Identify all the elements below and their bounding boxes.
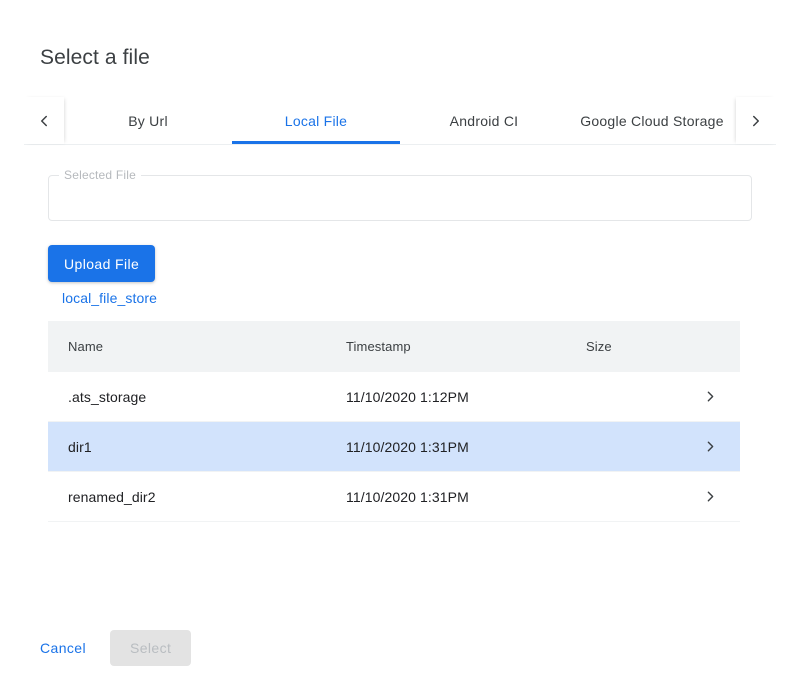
- selected-file-field-wrapper: Selected File: [48, 175, 752, 221]
- select-button: Select: [110, 630, 191, 666]
- tab-by-url[interactable]: By Url: [64, 97, 232, 144]
- dialog-actions: Cancel Select: [24, 630, 191, 666]
- chevron-left-icon: [35, 112, 53, 130]
- select-file-dialog: Select a file By Url Local File Android …: [0, 0, 800, 686]
- cell-name: renamed_dir2: [48, 489, 346, 505]
- table-row[interactable]: dir1 11/10/2020 1:31PM: [48, 421, 740, 471]
- cell-name: .ats_storage: [48, 389, 346, 405]
- row-open-button[interactable]: [680, 388, 740, 405]
- upload-file-button[interactable]: Upload File: [48, 245, 155, 282]
- chevron-right-icon: [702, 438, 719, 455]
- chevron-right-icon: [702, 388, 719, 405]
- tab-local-file[interactable]: Local File: [232, 97, 400, 144]
- table-header-row: Name Timestamp Size: [48, 321, 740, 371]
- tab-scroll-right-button[interactable]: [736, 97, 776, 144]
- row-open-button[interactable]: [680, 488, 740, 505]
- table-row[interactable]: .ats_storage 11/10/2020 1:12PM: [48, 371, 740, 421]
- cancel-button[interactable]: Cancel: [24, 630, 102, 666]
- column-header-name: Name: [48, 339, 346, 354]
- tab-list: By Url Local File Android CI Google Clou…: [64, 97, 736, 144]
- tab-label: Google Cloud Storage: [580, 113, 724, 129]
- tab-android-ci[interactable]: Android CI: [400, 97, 568, 144]
- tab-label: Android CI: [450, 113, 519, 129]
- cell-timestamp: 11/10/2020 1:31PM: [346, 489, 586, 505]
- breadcrumb[interactable]: local_file_store: [62, 290, 157, 306]
- tab-scroll-left-button[interactable]: [24, 97, 64, 144]
- tab-google-cloud-storage[interactable]: Google Cloud Storage: [568, 97, 736, 144]
- row-open-button[interactable]: [680, 438, 740, 455]
- chevron-right-icon: [747, 112, 765, 130]
- tab-label: Local File: [285, 113, 347, 129]
- tab-label: By Url: [128, 113, 168, 129]
- table-row[interactable]: renamed_dir2 11/10/2020 1:31PM: [48, 471, 740, 521]
- selected-file-input[interactable]: [48, 175, 752, 221]
- chevron-right-icon: [702, 488, 719, 505]
- file-table: Name Timestamp Size .ats_storage 11/10/2…: [48, 321, 740, 522]
- tab-bar: By Url Local File Android CI Google Clou…: [24, 97, 776, 145]
- cell-timestamp: 11/10/2020 1:31PM: [346, 439, 586, 455]
- column-header-size: Size: [586, 339, 680, 354]
- table-bottom-divider: [48, 521, 740, 522]
- column-header-timestamp: Timestamp: [346, 339, 586, 354]
- cell-name: dir1: [48, 439, 346, 455]
- page-title: Select a file: [40, 44, 150, 72]
- cell-timestamp: 11/10/2020 1:12PM: [346, 389, 586, 405]
